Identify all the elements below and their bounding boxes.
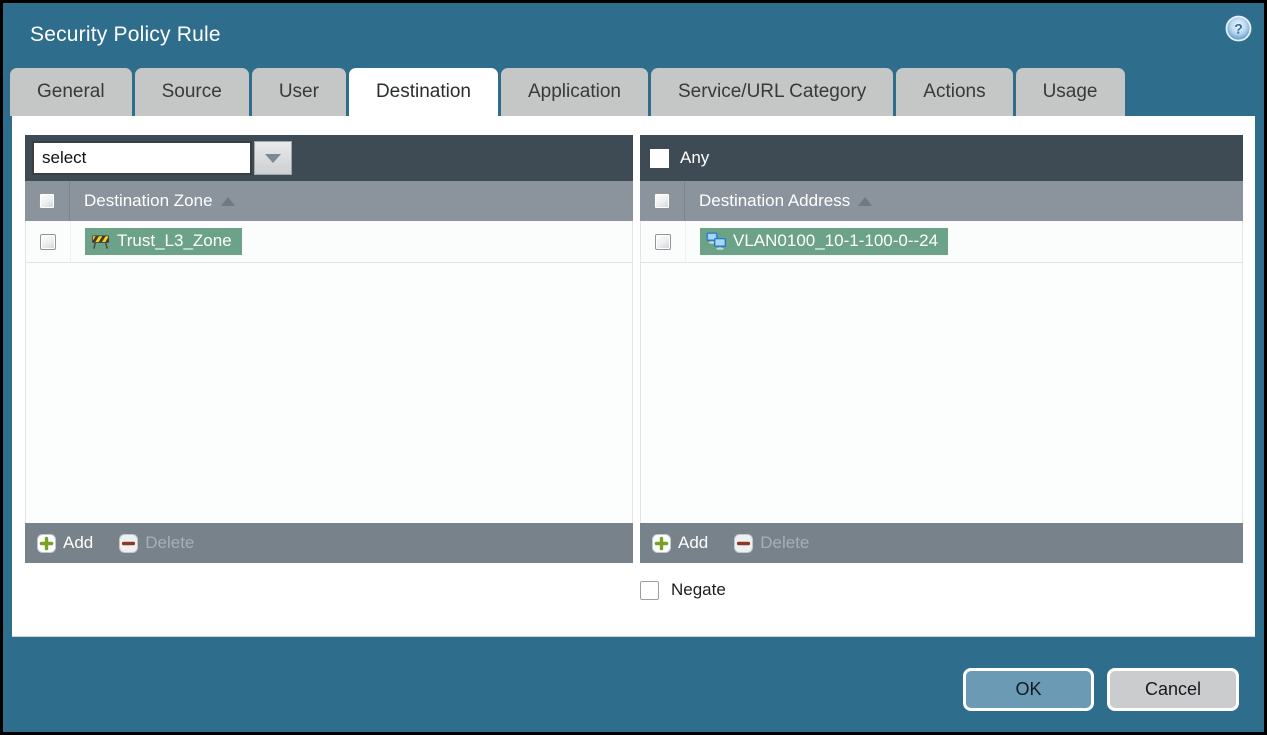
help-icon[interactable]: ?	[1225, 15, 1252, 42]
address-column-header: Destination Address	[640, 181, 1243, 221]
zone-column-header: Destination Zone	[25, 181, 633, 221]
table-row: Trust_L3_Zone	[26, 221, 632, 263]
any-row: Any	[647, 148, 709, 168]
address-row-checkbox[interactable]	[655, 233, 671, 250]
address-select-all-cell	[640, 181, 685, 221]
any-checkbox[interactable]	[650, 148, 669, 168]
zone-select-all-checkbox[interactable]	[39, 193, 55, 209]
address-select-all-checkbox[interactable]	[654, 193, 670, 209]
negate-label: Negate	[671, 580, 726, 599]
zone-panel-header	[25, 135, 633, 181]
zone-select-dropdown-button[interactable]	[254, 141, 292, 175]
security-policy-rule-dialog: Security Policy Rule ? General Source Us…	[0, 0, 1267, 735]
zone-delete-button[interactable]: Delete	[119, 533, 194, 553]
dialog-titlebar: Security Policy Rule ?	[3, 3, 1264, 67]
address-delete-button[interactable]: Delete	[734, 533, 809, 553]
tab-destination[interactable]: Destination	[348, 68, 498, 116]
address-add-label: Add	[678, 533, 709, 552]
tab-source-label: Source	[161, 81, 222, 102]
destination-tab-content: Destination Zone	[12, 116, 1255, 637]
zone-item-label: Trust_L3_Zone	[117, 231, 232, 250]
address-row-checkbox-cell	[641, 221, 686, 262]
zone-column-label: Destination Zone	[84, 191, 213, 210]
dialog-title: Security Policy Rule	[30, 23, 221, 46]
destination-zone-panel: Destination Zone	[25, 135, 633, 563]
ok-button[interactable]: OK	[963, 668, 1094, 711]
zone-row-checkbox-cell	[26, 221, 71, 262]
zone-select-input[interactable]	[32, 141, 252, 175]
add-icon	[652, 533, 671, 553]
sort-ascending-icon	[220, 196, 235, 206]
tab-usage[interactable]: Usage	[1015, 68, 1125, 116]
tab-actions[interactable]: Actions	[896, 68, 1013, 116]
tab-user-label: User	[278, 81, 319, 102]
zone-select-all-cell	[25, 181, 70, 221]
zone-column-label-wrap[interactable]: Destination Zone	[84, 191, 235, 211]
tab-application-label: Application	[528, 81, 621, 102]
delete-icon	[734, 533, 754, 553]
destination-address-panel: Any Destination Address VLAN0100_10-1-10…	[640, 135, 1243, 563]
address-panel-header: Any	[640, 135, 1243, 181]
tab-service-url-category-label: Service/URL Category	[677, 81, 867, 102]
chevron-down-icon	[265, 153, 281, 163]
tab-general[interactable]: General	[10, 68, 132, 116]
delete-icon	[119, 533, 139, 553]
tab-general-label: General	[37, 81, 105, 102]
address-column-label: Destination Address	[699, 191, 851, 210]
tab-application[interactable]: Application	[501, 68, 648, 116]
address-item-label: VLAN0100_10-1-100-0--24	[733, 231, 939, 250]
address-delete-label: Delete	[760, 533, 810, 552]
tab-user[interactable]: User	[251, 68, 346, 116]
address-item[interactable]: VLAN0100_10-1-100-0--24	[700, 228, 949, 255]
zone-icon	[91, 234, 110, 249]
dialog-tabs: General Source User Destination Applicat…	[10, 68, 1125, 116]
address-column-label-wrap[interactable]: Destination Address	[699, 191, 873, 211]
zone-item[interactable]: Trust_L3_Zone	[85, 228, 242, 255]
zone-toolbar: Add Delete	[25, 523, 633, 563]
negate-checkbox[interactable]	[640, 580, 659, 600]
tab-source[interactable]: Source	[134, 68, 249, 116]
tab-actions-label: Actions	[923, 81, 986, 102]
add-icon	[37, 533, 56, 553]
network-icon	[706, 232, 726, 250]
address-add-button[interactable]: Add	[652, 533, 708, 553]
any-label: Any	[680, 148, 710, 167]
sort-ascending-icon	[858, 196, 873, 206]
zone-add-button[interactable]: Add	[37, 533, 93, 553]
svg-text:?: ?	[1234, 21, 1243, 37]
tab-service-url-category[interactable]: Service/URL Category	[650, 68, 894, 116]
negate-row: Negate	[640, 580, 726, 600]
zone-add-label: Add	[63, 533, 94, 552]
address-toolbar: Add Delete	[640, 523, 1243, 563]
zone-select-combo	[32, 141, 292, 175]
zone-delete-label: Delete	[145, 533, 195, 552]
table-row: VLAN0100_10-1-100-0--24	[641, 221, 1242, 263]
tab-usage-label: Usage	[1042, 81, 1098, 102]
address-rows: VLAN0100_10-1-100-0--24	[640, 221, 1243, 523]
zone-row-checkbox[interactable]	[40, 233, 56, 250]
cancel-button[interactable]: Cancel	[1107, 668, 1239, 711]
tab-destination-label: Destination	[375, 81, 471, 102]
zone-rows: Trust_L3_Zone	[25, 221, 633, 523]
